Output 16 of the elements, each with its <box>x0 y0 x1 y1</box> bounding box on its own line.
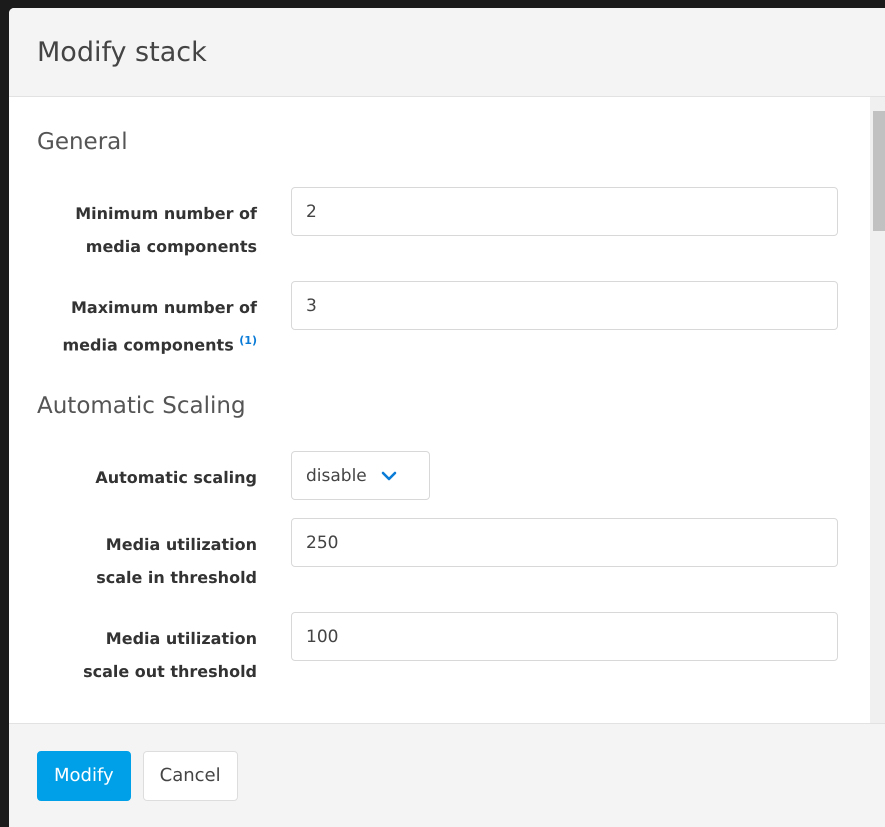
field-label: Media utilization scale in threshold <box>95 534 257 590</box>
input-field[interactable]: 100 <box>291 612 838 662</box>
cancel-button[interactable]: Cancel <box>142 750 238 800</box>
dialog-title: Modify stack <box>37 36 207 68</box>
field-label: Minimum number of media components <box>74 203 257 258</box>
input-field[interactable]: 250 <box>291 518 838 568</box>
field-label: Media utilization scale out threshold <box>82 628 257 684</box>
chevron-down-icon <box>380 470 397 481</box>
input-field[interactable]: 2 <box>291 187 838 236</box>
section-heading: Automatic Scaling <box>37 393 247 420</box>
scrollbar[interactable] <box>870 97 885 723</box>
section-heading: General <box>37 129 129 155</box>
input-field[interactable]: 3 <box>291 281 838 330</box>
field-label: Automatic scaling <box>95 467 257 490</box>
field-label: Maximum number of media components $^{(1)}$ <box>61 297 257 356</box>
dropdown[interactable]: disable <box>291 451 430 500</box>
